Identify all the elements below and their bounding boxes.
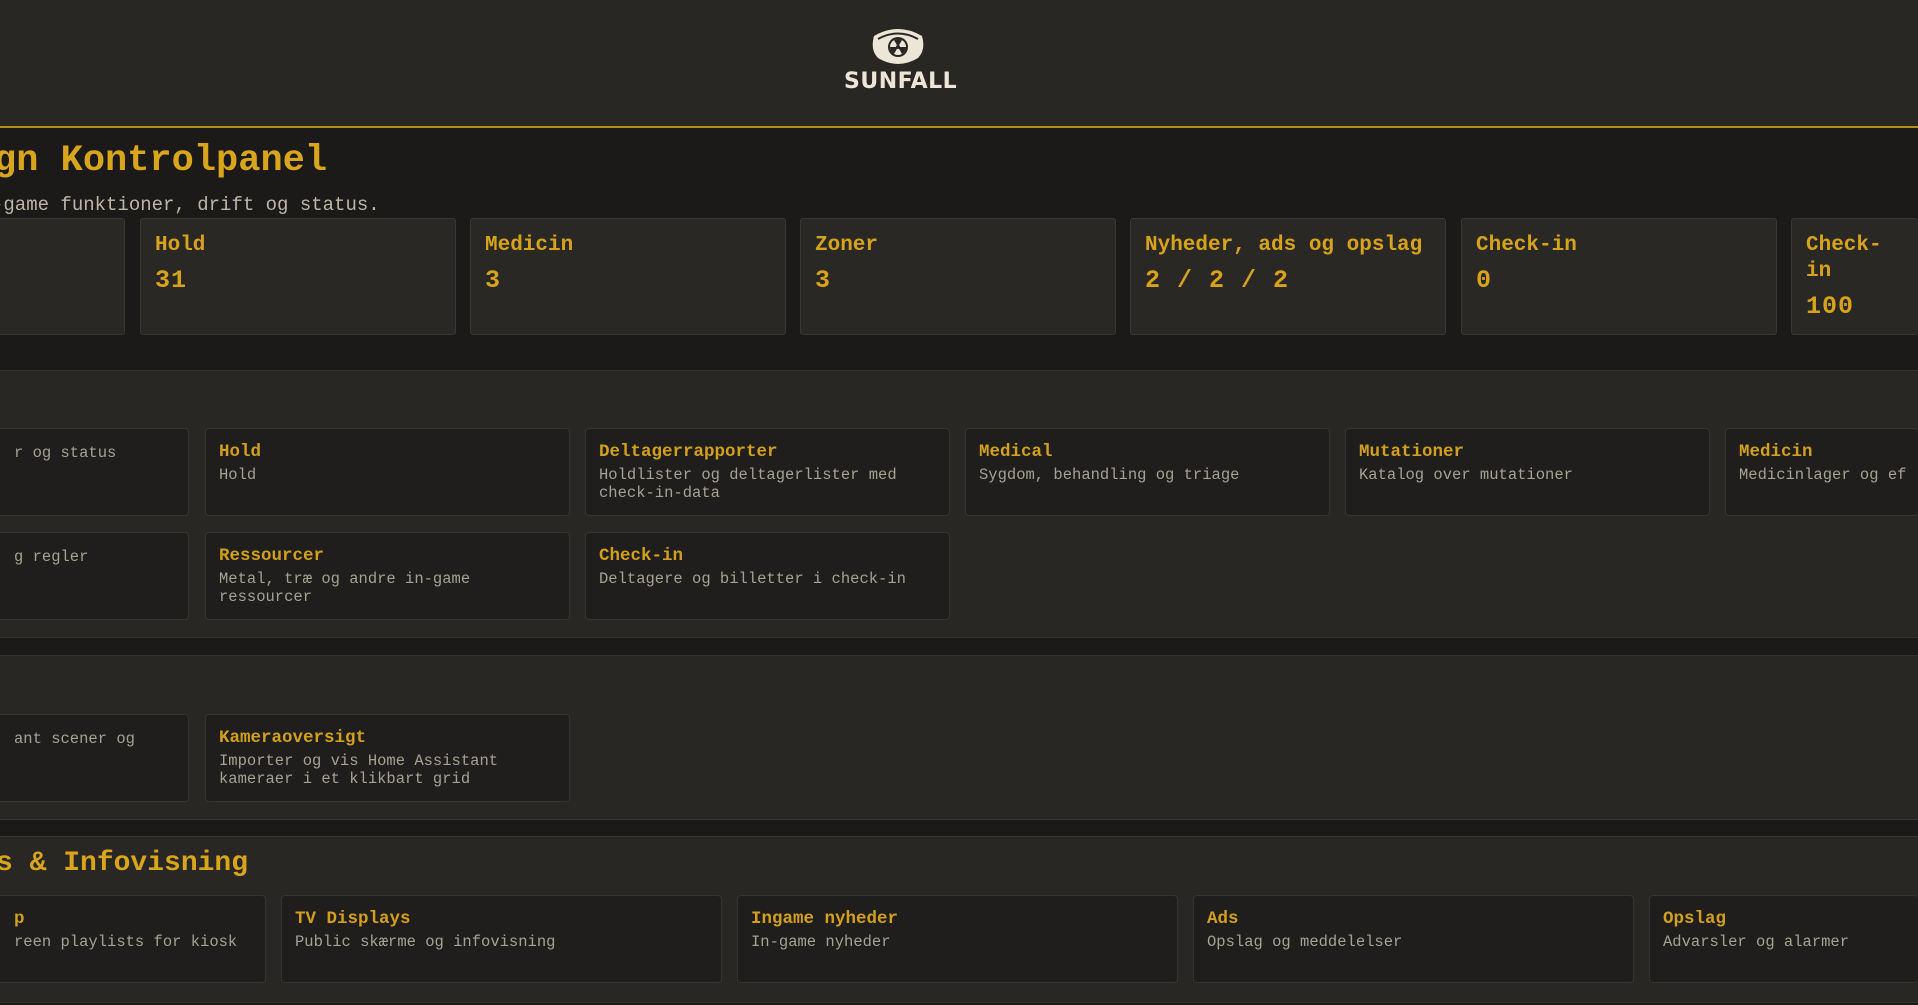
- tile-kameraoversigt[interactable]: Kameraoversigt Importer og vis Home Assi…: [205, 714, 570, 802]
- tile-desc: Opslag og meddelelser: [1207, 933, 1403, 951]
- tile-title: Check-in: [599, 546, 684, 566]
- tile-title: Mutationer: [1359, 442, 1465, 462]
- stat-card-check-in[interactable]: Check-in 0: [1461, 218, 1777, 335]
- tile-desc: g regler: [14, 548, 89, 566]
- stat-label: Hold: [155, 234, 206, 257]
- section-title-displays: s & Infovisning: [0, 848, 249, 879]
- page-subtitle: -game funktioner, drift og status.: [0, 194, 380, 216]
- tile-check-in[interactable]: Check-in Deltagere og billetter i check-…: [585, 532, 950, 620]
- tile-title: Kameraoversigt: [219, 728, 367, 748]
- tile-medicin[interactable]: Medicin Medicinlager og ef: [1725, 428, 1918, 516]
- top-header: SUNFALL: [0, 0, 1918, 128]
- page-title: gn Kontrolpanel: [0, 140, 328, 182]
- tile-title: Hold: [219, 442, 262, 462]
- tile-title: p: [14, 909, 25, 929]
- tile-medical[interactable]: Medical Sygdom, behandling og triage: [965, 428, 1330, 516]
- tile-hold[interactable]: Hold Hold: [205, 428, 570, 516]
- stat-label: Zoner: [815, 234, 879, 257]
- tile-desc: Holdlister og deltagerlister med check-i…: [599, 466, 897, 502]
- tile-ads[interactable]: Ads Opslag og meddelelser: [1193, 895, 1634, 983]
- tile-desc: Importer og vis Home Assistant kameraer …: [219, 752, 499, 788]
- tile-title: Medicin: [1739, 442, 1813, 462]
- tile-title: TV Displays: [295, 909, 411, 929]
- stat-label: Check-in: [1476, 234, 1577, 257]
- stat-value: 2 / 2 / 2: [1145, 266, 1290, 295]
- stat-value: 31: [155, 266, 188, 295]
- brand-name: SUNFALL: [844, 69, 958, 94]
- stat-card-check-in-2[interactable]: Check-in 100: [1791, 218, 1918, 335]
- tile-ressourcer[interactable]: Ressourcer Metal, træ og andre in-game r…: [205, 532, 570, 620]
- tile-desc: reen playlists for kiosk: [14, 933, 238, 951]
- tile-mutationer[interactable]: Mutationer Katalog over mutationer: [1345, 428, 1710, 516]
- tile-title: Ressourcer: [219, 546, 325, 566]
- tile-regler[interactable]: g regler: [0, 532, 189, 620]
- tile-title: Opslag: [1663, 909, 1727, 929]
- tile-desc: r og status: [14, 444, 117, 462]
- stat-label: Medicin: [485, 234, 574, 257]
- tile-desc: Advarsler og alarmer: [1663, 933, 1850, 951]
- tile-title: Deltagerrapporter: [599, 442, 778, 462]
- stat-card-hold[interactable]: Hold 31: [140, 218, 456, 335]
- tile-desc: Katalog over mutationer: [1359, 466, 1573, 484]
- stat-value: 3: [485, 266, 502, 295]
- tile-tv-displays[interactable]: TV Displays Public skærme og infovisning: [281, 895, 722, 983]
- tile-playlists[interactable]: p reen playlists for kiosk: [0, 895, 266, 983]
- tile-desc: ant scener og: [14, 730, 135, 748]
- tile-desc: In-game nyheder: [751, 933, 891, 951]
- tile-title: Ingame nyheder: [751, 909, 899, 929]
- tile-title: Ads: [1207, 909, 1239, 929]
- stat-card-zoner[interactable]: Zoner 3: [800, 218, 1116, 335]
- tile-status[interactable]: r og status: [0, 428, 189, 516]
- tile-desc: Medicinlager og ef: [1739, 466, 1907, 484]
- stat-label: Nyheder, ads og opslag: [1145, 234, 1423, 257]
- stat-value: 0: [1476, 266, 1493, 295]
- tile-deltagerrapporter[interactable]: Deltagerrapporter Holdlister og deltager…: [585, 428, 950, 516]
- stat-card-medicin[interactable]: Medicin 3: [470, 218, 786, 335]
- tile-desc: Public skærme og infovisning: [295, 933, 556, 951]
- tile-desc: Deltagere og billetter i check-in: [599, 570, 906, 588]
- tile-desc: Sygdom, behandling og triage: [979, 466, 1240, 484]
- tile-title: Medical: [979, 442, 1053, 462]
- stat-value: 100: [1806, 292, 1855, 321]
- tile-desc: Metal, træ og andre in-game ressourcer: [219, 570, 471, 606]
- stat-card-partial[interactable]: [0, 218, 125, 335]
- tile-desc: Hold: [219, 466, 257, 484]
- stat-label: Check-in: [1806, 234, 1882, 283]
- stat-card-nyheder[interactable]: Nyheder, ads og opslag 2 / 2 / 2: [1130, 218, 1446, 335]
- stat-value: 3: [815, 266, 832, 295]
- tile-scener[interactable]: ant scener og: [0, 714, 189, 802]
- tile-ingame-nyheder[interactable]: Ingame nyheder In-game nyheder: [737, 895, 1178, 983]
- sunfall-logo[interactable]: SUNFALL: [844, 26, 958, 98]
- radiation-shield-icon: [872, 29, 924, 64]
- tile-opslag[interactable]: Opslag Advarsler og alarmer: [1649, 895, 1918, 983]
